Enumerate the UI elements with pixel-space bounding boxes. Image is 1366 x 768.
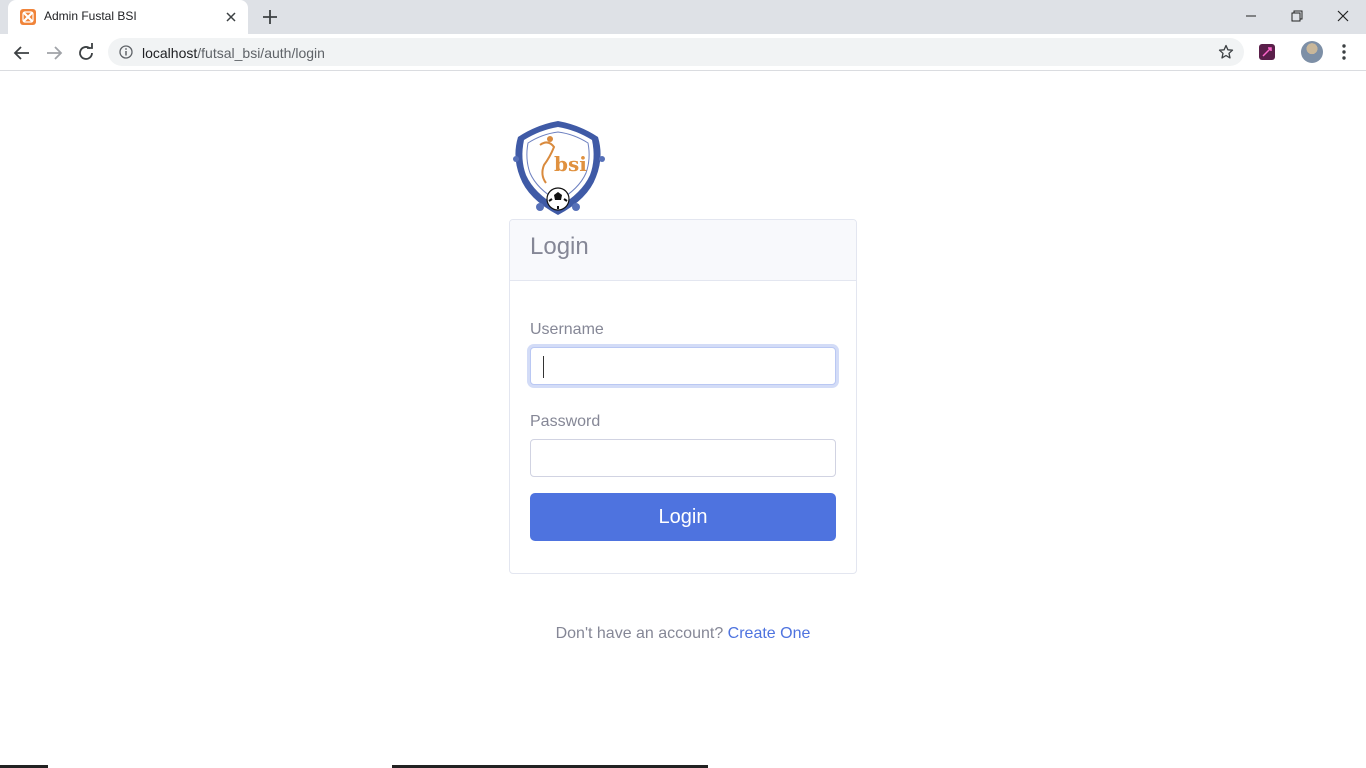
- restore-window-button[interactable]: [1274, 0, 1320, 32]
- password-input[interactable]: [530, 439, 836, 477]
- login-button[interactable]: Login: [530, 493, 836, 541]
- new-tab-button[interactable]: [259, 6, 281, 28]
- reload-icon[interactable]: [74, 41, 98, 65]
- login-card: Login Username Password Login: [509, 219, 857, 574]
- page-content: bsi Login Username Password Login Don't …: [0, 71, 1366, 768]
- username-input[interactable]: [530, 347, 836, 385]
- close-window-button[interactable]: [1320, 0, 1366, 32]
- back-arrow-icon[interactable]: [10, 41, 34, 65]
- browser-tab[interactable]: Admin Fustal BSI: [8, 0, 248, 34]
- site-info-icon[interactable]: [119, 45, 133, 59]
- text-caret: [543, 356, 544, 378]
- address-bar[interactable]: localhost/futsal_bsi/auth/login: [108, 38, 1244, 66]
- password-label: Password: [530, 413, 601, 430]
- url-host: localhost: [142, 45, 198, 61]
- tab-title: Admin Fustal BSI: [44, 9, 137, 23]
- url-text[interactable]: localhost/futsal_bsi/auth/login: [142, 45, 325, 61]
- kebab-menu-icon[interactable]: [1336, 42, 1352, 62]
- extension-icon[interactable]: [1259, 44, 1275, 60]
- minimize-window-button[interactable]: [1228, 0, 1274, 32]
- password-group: Password: [530, 413, 836, 477]
- xampp-favicon-icon: [20, 9, 36, 25]
- profile-avatar[interactable]: [1301, 41, 1323, 63]
- forward-arrow-icon[interactable]: [42, 41, 66, 65]
- create-account-link[interactable]: Create One: [728, 625, 811, 642]
- bsi-logo: bsi: [510, 117, 608, 219]
- login-card-header: Login: [510, 220, 856, 281]
- bookmark-star-icon[interactable]: [1218, 44, 1234, 60]
- signup-prompt: Don't have an account? Create One: [0, 625, 1366, 643]
- signup-prompt-text: Don't have an account?: [555, 625, 724, 642]
- login-title: Login: [530, 233, 589, 260]
- browser-tabstrip: Admin Fustal BSI: [0, 0, 1366, 34]
- url-path: /futsal_bsi/auth/login: [197, 45, 325, 61]
- browser-toolbar: localhost/futsal_bsi/auth/login: [0, 34, 1366, 71]
- login-form: Username Password Login: [510, 281, 856, 541]
- close-tab-icon[interactable]: [223, 9, 239, 25]
- username-group: Username: [530, 321, 836, 385]
- username-label: Username: [530, 321, 604, 338]
- svg-text:bsi: bsi: [554, 152, 587, 176]
